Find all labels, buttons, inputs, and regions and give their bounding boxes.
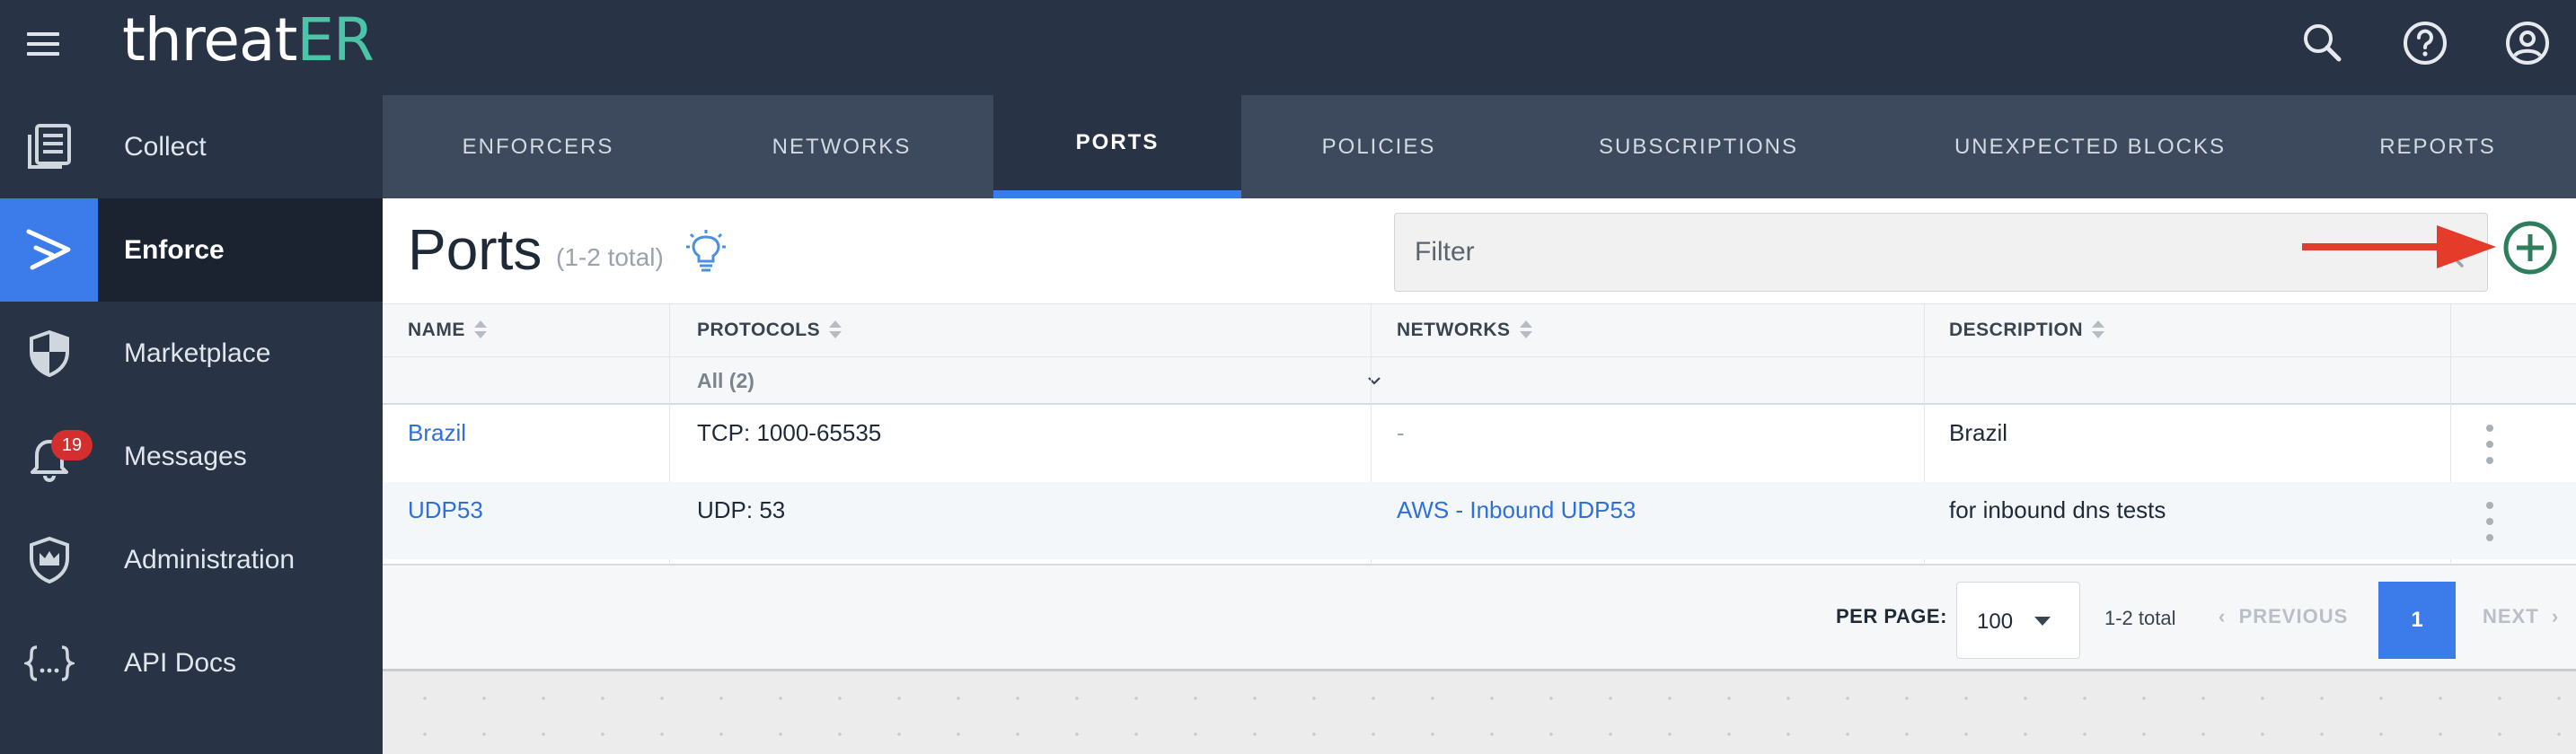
sidebar-item-label: Collect (124, 132, 207, 162)
logo-accent: ER (296, 5, 375, 75)
sidebar-item-administration[interactable]: Administration (0, 508, 383, 611)
sidebar-item-marketplace[interactable]: Marketplace (0, 302, 383, 405)
pagination: PER PAGE: 100 1-2 total ‹ PREVIOUS 1 NEX… (383, 564, 2576, 671)
sort-icon (1519, 320, 1532, 341)
account-icon[interactable] (2504, 20, 2551, 66)
table-row: UDP53 UDP: 53 AWS - Inbound UDP53 for in… (383, 482, 2576, 559)
sidebar-item-label: Marketplace (124, 338, 271, 368)
tab-networks[interactable]: NETWORKS (693, 95, 990, 198)
per-page-select[interactable]: 100 (1956, 582, 2080, 659)
page-number-button[interactable]: 1 (2378, 582, 2456, 659)
empty-background (383, 671, 2576, 754)
lightbulb-icon[interactable] (683, 229, 729, 276)
logo-main: threat (122, 5, 297, 75)
annotation-arrow-icon (2302, 225, 2496, 268)
tab-ports[interactable]: PORTS (993, 95, 1241, 198)
column-header-networks[interactable]: NETWORKS (1397, 304, 1532, 356)
sidebar: Collect Enforce Marketplace 19 Messages … (0, 95, 383, 754)
next-page-button[interactable]: NEXT › (2483, 605, 2559, 628)
previous-page-button[interactable]: ‹ PREVIOUS (2219, 605, 2348, 628)
table-row: Brazil TCP: 1000-65535 - Brazil (383, 405, 2576, 482)
page-count: (1-2 total) (556, 243, 664, 271)
sidebar-item-label: Administration (124, 545, 296, 574)
sort-icon (829, 320, 842, 341)
menu-icon[interactable] (27, 32, 65, 59)
total-count: 1-2 total (2104, 607, 2176, 629)
protocol-filter-value: All (2) (697, 369, 754, 392)
sidebar-item-api-docs[interactable]: API Docs (0, 611, 383, 715)
sidebar-item-label: API Docs (124, 648, 237, 678)
tab-policies[interactable]: POLICIES (1241, 95, 1516, 198)
tab-reports[interactable]: REPORTS (2299, 95, 2576, 198)
port-name-link[interactable]: UDP53 (408, 496, 483, 524)
port-name-link[interactable]: Brazil (408, 419, 466, 447)
add-port-button[interactable] (2502, 220, 2558, 276)
column-header-description[interactable]: DESCRIPTION (1949, 304, 2105, 356)
search-icon[interactable] (2299, 20, 2346, 66)
port-protocols: TCP: 1000-65535 (697, 419, 882, 446)
sidebar-item-enforce[interactable]: Enforce (0, 198, 383, 302)
shield-icon (29, 329, 69, 377)
ports-table: NAME PROTOCOLS NETWORKS DESCRIPTION All … (383, 303, 2576, 564)
sidebar-item-messages[interactable]: 19 Messages (0, 405, 383, 508)
port-description: Brazil (1949, 419, 2008, 446)
notification-badge: 19 (51, 430, 93, 460)
sort-icon (473, 320, 487, 341)
sort-icon (2092, 320, 2105, 341)
per-page-value: 100 (1977, 609, 2014, 634)
caret-down-icon (2034, 617, 2051, 626)
port-networks: - (1397, 419, 1405, 446)
port-networks-link[interactable]: AWS - Inbound UDP53 (1397, 496, 1636, 524)
sidebar-item-label: Messages (124, 442, 247, 471)
top-bar: threatER (0, 0, 2576, 95)
tab-enforcers[interactable]: ENFORCERS (383, 95, 693, 198)
tab-subscriptions[interactable]: SUBSCRIPTIONS (1516, 95, 1881, 198)
column-header-protocols[interactable]: PROTOCOLS (697, 304, 842, 356)
row-actions-icon[interactable] (2481, 502, 2499, 541)
sidebar-item-collect[interactable]: Collect (0, 95, 383, 198)
crown-shield-icon (29, 536, 69, 583)
tab-unexpected-blocks[interactable]: UNEXPECTED BLOCKS (1881, 95, 2299, 198)
port-protocols: UDP: 53 (697, 496, 786, 523)
threater-logo[interactable]: threatER (122, 5, 375, 75)
protocol-filter-select[interactable]: All (2) (697, 357, 1394, 404)
sidebar-item-label: Enforce (124, 235, 225, 265)
help-icon[interactable] (2402, 20, 2448, 66)
per-page-label: PER PAGE: (1836, 605, 1947, 627)
row-actions-icon[interactable] (2481, 425, 2499, 464)
table-header: NAME PROTOCOLS NETWORKS DESCRIPTION All … (383, 304, 2576, 405)
page-title: Ports (408, 217, 543, 282)
chevron-down-icon (1368, 377, 1381, 385)
enforce-icon (26, 229, 70, 269)
braces-icon (23, 644, 75, 681)
column-filter-row: All (2) (383, 356, 2576, 403)
collect-icon (27, 123, 71, 169)
tab-bar: ENFORCERS NETWORKS PORTS POLICIES SUBSCR… (383, 95, 2576, 198)
page-header: Ports (1-2 total) (383, 198, 2576, 303)
column-header-name[interactable]: NAME (408, 304, 487, 356)
port-description: for inbound dns tests (1949, 496, 2166, 523)
